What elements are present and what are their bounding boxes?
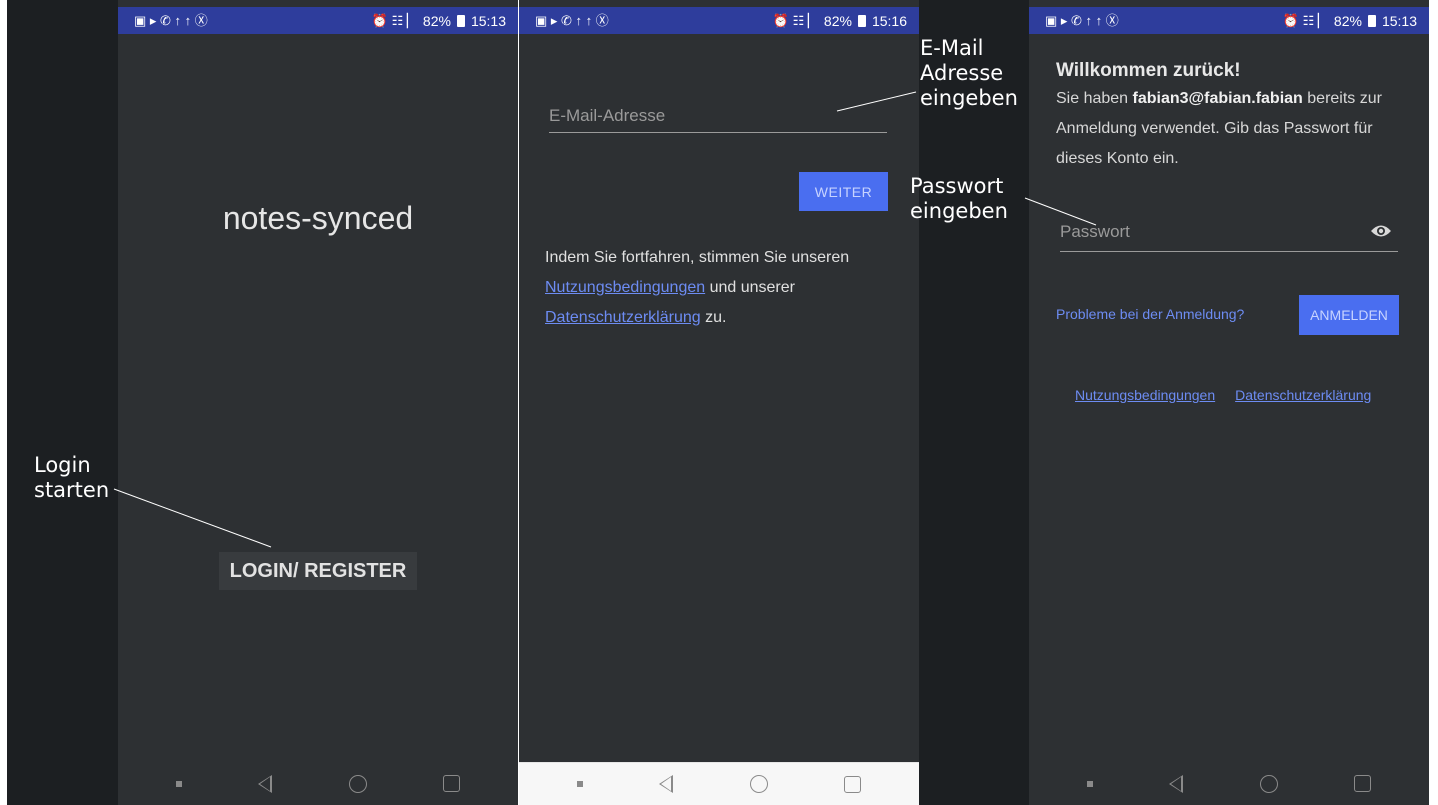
password-annotation-line1: Passwort [910,174,1004,198]
password-annotation-line2: eingeben [910,199,1008,223]
annotation-lines [113,91,1097,548]
email-callout-line [836,91,917,112]
password-annotation: Passwort eingeben [910,174,1008,224]
email-annotation-line3: eingeben [920,86,1018,110]
login-annotation-line2: starten [34,478,110,502]
login-callout-line [113,488,272,548]
login-annotation-line1: Login [34,453,91,477]
email-annotation-line1: E-Mail [920,36,984,60]
password-callout-line [1024,197,1097,226]
email-annotation: E-Mail Adresse eingeben [920,36,1018,111]
email-annotation-line2: Adresse [920,61,1004,85]
login-annotation: Login starten [34,453,109,503]
